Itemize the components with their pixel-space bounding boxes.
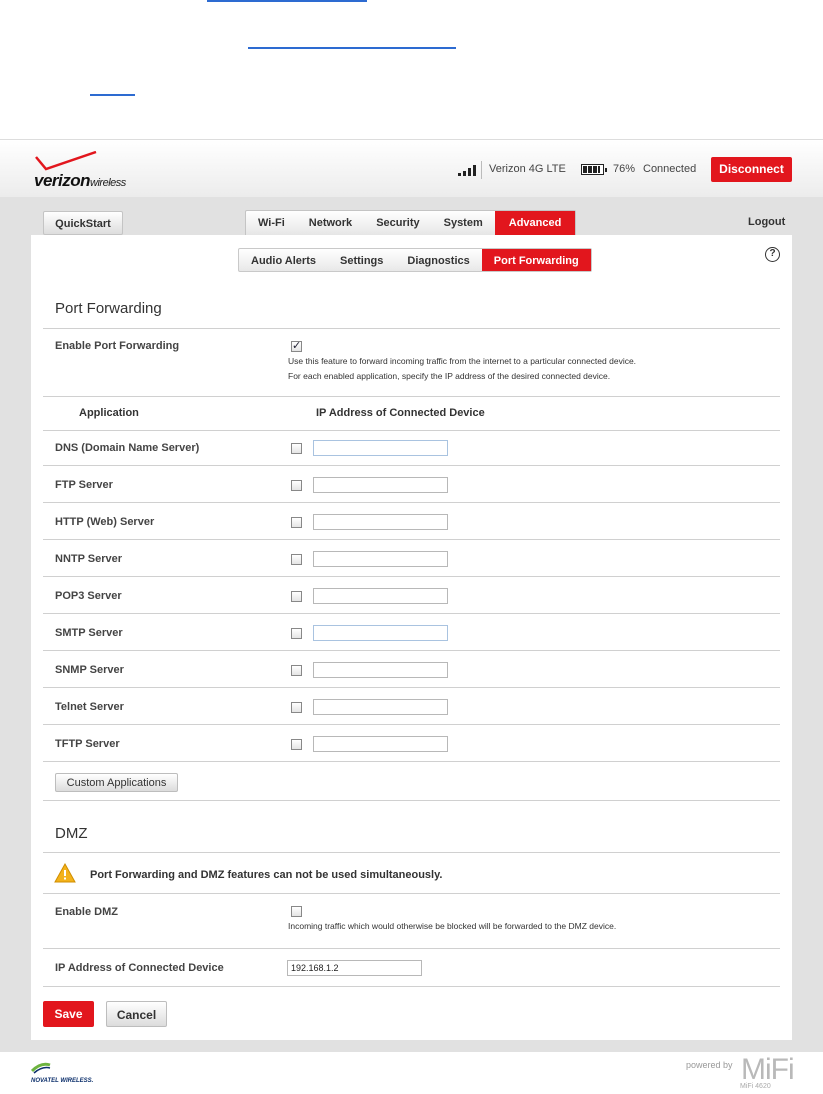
document-link-3[interactable] xyxy=(90,94,135,96)
tab-advanced[interactable]: Advanced xyxy=(494,211,576,235)
app-checkbox-dns[interactable] xyxy=(291,443,302,454)
column-header-application: Application xyxy=(79,407,139,419)
dmz-ip-input[interactable] xyxy=(287,960,422,976)
divider xyxy=(43,687,780,688)
signal-strength-icon xyxy=(458,27,476,38)
dmz-warning-text: Port Forwarding and DMZ features can not… xyxy=(90,869,443,881)
divider xyxy=(43,502,780,503)
divider xyxy=(43,948,780,949)
divider xyxy=(43,986,780,987)
enable-port-forwarding-checkbox[interactable] xyxy=(291,339,302,352)
subtab-port-forwarding[interactable]: Port Forwarding xyxy=(481,249,591,271)
novatel-swoosh-icon xyxy=(31,1062,51,1074)
divider xyxy=(43,650,780,651)
app-name-tftp: TFTP Server xyxy=(55,738,120,750)
app-checkbox-snmp[interactable] xyxy=(291,665,302,676)
battery-level: 76% xyxy=(613,163,636,175)
verizon-logo: verizonwireless xyxy=(34,151,144,191)
app-ip-input-pop3[interactable] xyxy=(313,588,448,604)
novatel-text: NOVATEL WIRELESS. xyxy=(31,1078,94,1084)
subtab-audio-alerts[interactable]: Audio Alerts xyxy=(239,249,328,271)
dmz-ip-label: IP Address of Connected Device xyxy=(55,962,224,974)
main-tabs: Wi-Fi Network Security System Advanced xyxy=(245,210,577,235)
app-ip-input-smtp[interactable] xyxy=(313,625,448,641)
app-checkbox-nntp[interactable] xyxy=(291,554,302,565)
divider xyxy=(43,576,780,577)
app-name-pop3: POP3 Server xyxy=(55,590,122,602)
app-ip-input-snmp[interactable] xyxy=(313,662,448,678)
app-ip-input-tftp[interactable] xyxy=(313,736,448,752)
mifi-model: MiFi 4620 xyxy=(740,1083,771,1090)
app-ip-input-http[interactable] xyxy=(313,514,448,530)
port-forwarding-help-line2: For each enabled application, specify th… xyxy=(288,371,611,381)
app-checkbox-http[interactable] xyxy=(291,517,302,528)
save-button[interactable]: Save xyxy=(43,1001,94,1027)
connection-status: Connected xyxy=(643,163,697,175)
brand-name: verizonwireless xyxy=(34,171,126,190)
enable-port-forwarding-label: Enable Port Forwarding xyxy=(55,340,180,352)
custom-applications-button[interactable]: Custom Applications xyxy=(55,773,178,792)
divider xyxy=(43,396,780,397)
app-name-telnet: Telnet Server xyxy=(55,701,124,713)
app-ip-input-telnet[interactable] xyxy=(313,699,448,715)
app-checkbox-telnet[interactable] xyxy=(291,702,302,713)
port-forwarding-help: Use this feature to forward incoming tra… xyxy=(288,354,636,384)
divider xyxy=(43,800,780,801)
app-checkbox-pop3[interactable] xyxy=(291,591,302,602)
divider xyxy=(43,465,780,466)
divider xyxy=(43,724,780,725)
document-link-2[interactable] xyxy=(248,47,456,49)
dmz-help: Incoming traffic which would otherwise b… xyxy=(288,921,617,931)
divider xyxy=(43,328,780,329)
divider xyxy=(43,613,780,614)
app-ip-input-dns[interactable] xyxy=(313,440,448,456)
cancel-button[interactable]: Cancel xyxy=(106,1001,167,1027)
app-name-nntp: NNTP Server xyxy=(55,553,123,565)
app-name-ftp: FTP Server xyxy=(55,479,113,491)
powered-by-label: powered by xyxy=(686,1060,733,1070)
tab-wifi[interactable]: Wi-Fi xyxy=(246,211,297,235)
app-ip-input-nntp[interactable] xyxy=(313,551,448,567)
divider xyxy=(43,539,780,540)
battery-icon xyxy=(581,164,607,175)
signal-strength-icon xyxy=(458,165,476,176)
carrier-label: Verizon 4G LTE xyxy=(489,163,566,175)
port-forwarding-title: Port Forwarding xyxy=(55,300,162,317)
app-name-smtp: SMTP Server xyxy=(55,627,123,639)
subtab-settings[interactable]: Settings xyxy=(328,249,395,271)
app-ip-input-ftp[interactable] xyxy=(313,477,448,493)
document-link-1[interactable] xyxy=(207,0,367,2)
divider xyxy=(43,430,780,431)
status-divider xyxy=(481,161,482,179)
divider xyxy=(43,852,780,853)
sub-tabs: Audio Alerts Settings Diagnostics Port F… xyxy=(238,248,592,272)
dmz-title: DMZ xyxy=(55,825,88,842)
tab-security[interactable]: Security xyxy=(364,211,431,235)
quickstart-button[interactable]: QuickStart xyxy=(43,211,123,235)
subtab-diagnostics[interactable]: Diagnostics xyxy=(395,249,481,271)
app-checkbox-tftp[interactable] xyxy=(291,739,302,750)
divider xyxy=(43,761,780,762)
enable-dmz-checkbox[interactable] xyxy=(291,906,302,917)
app-name-dns: DNS (Domain Name Server) xyxy=(55,442,200,454)
warning-icon xyxy=(54,863,76,883)
app-name-http: HTTP (Web) Server xyxy=(55,516,155,528)
help-icon[interactable]: ? xyxy=(765,247,780,262)
mifi-logo: MiFi xyxy=(741,1053,795,1086)
column-header-ip-address: IP Address of Connected Device xyxy=(316,407,485,419)
novatel-logo: NOVATEL WIRELESS. xyxy=(31,1062,93,1088)
verizon-check-icon xyxy=(35,151,97,171)
logout-link[interactable]: Logout xyxy=(748,216,785,228)
app-checkbox-ftp[interactable] xyxy=(291,480,302,491)
disconnect-button[interactable]: Disconnect xyxy=(711,157,792,182)
divider xyxy=(43,893,780,894)
app-checkbox-smtp[interactable] xyxy=(291,628,302,639)
app-name-snmp: SNMP Server xyxy=(55,664,124,676)
enable-dmz-label: Enable DMZ xyxy=(55,906,118,918)
port-forwarding-help-line1: Use this feature to forward incoming tra… xyxy=(288,356,637,366)
tab-network[interactable]: Network xyxy=(297,211,364,235)
tab-system[interactable]: System xyxy=(432,211,495,235)
app-header: verizonwireless xyxy=(0,139,823,197)
